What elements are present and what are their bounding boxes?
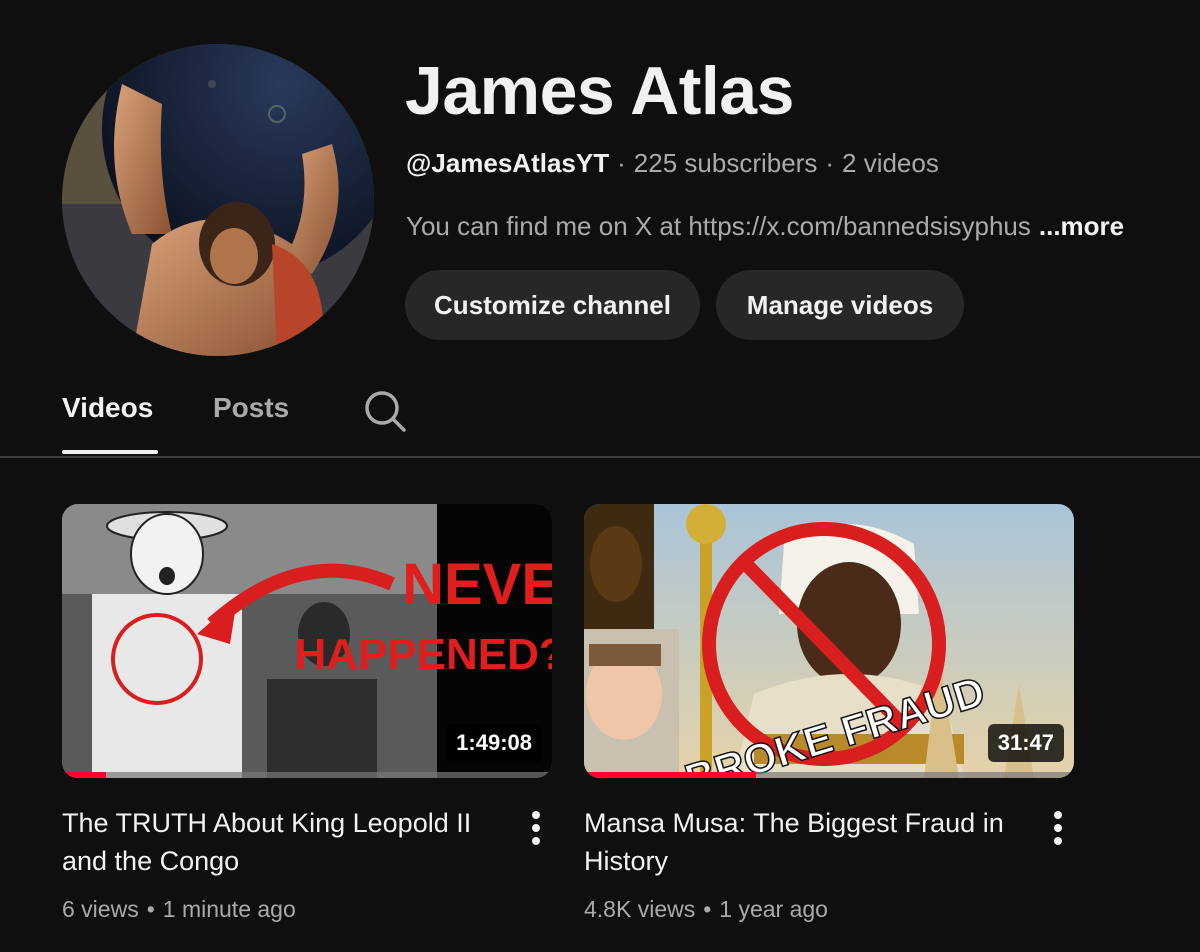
tab-posts[interactable]: Posts [213,392,289,424]
video-card: BROKE FRAUD 31:47 Mansa Musa: The Bigges… [584,504,1074,922]
watch-progress-fill [584,772,756,778]
more-options-icon[interactable] [522,808,550,848]
video-stats: 6 views • 1 minute ago [62,896,296,923]
channel-name: James Atlas [405,53,794,129]
separator-dot: • [146,896,155,922]
video-duration: 31:47 [987,724,1064,762]
channel-avatar[interactable] [62,44,374,356]
tab-videos[interactable]: Videos [62,392,153,424]
video-count: 2 videos [842,148,939,178]
more-link[interactable]: ...more [1039,211,1124,241]
watch-progress-bar [62,772,552,778]
watch-progress-fill [62,772,107,778]
channel-meta: @JamesAtlasYT · 225 subscribers · 2 videos [406,148,939,179]
view-count: 4.8K views [584,896,696,922]
channel-handle[interactable]: @JamesAtlasYT [406,148,609,178]
active-tab-indicator [62,450,158,454]
tabs-divider [0,456,1200,458]
upload-age: 1 minute ago [162,896,296,922]
separator-dot: · [617,148,626,178]
manage-videos-button[interactable]: Manage videos [716,270,964,340]
separator-dot: · [825,148,835,178]
video-thumbnail[interactable]: BROKE FRAUD 31:47 [584,504,1074,778]
thumb-text-never: NEVER [402,552,552,617]
video-thumbnail[interactable]: NEVER HAPPENED??? 1:49:08 [62,504,552,778]
customize-channel-button[interactable]: Customize channel [405,270,700,340]
thumb-text-happened: HAPPENED??? [294,630,552,679]
video-duration: 1:49:08 [446,724,542,762]
description-text: You can find me on X at https://x.com/ba… [406,211,1031,241]
more-options-icon[interactable] [1044,808,1072,848]
channel-description[interactable]: You can find me on X at https://x.com/ba… [406,211,1124,242]
channel-page: James Atlas @JamesAtlasYT · 225 subscriber… [0,0,1200,952]
subscriber-count: 225 subscribers [633,148,818,178]
atlas-painting-avatar [62,44,374,356]
watch-progress-bar [584,772,1074,778]
video-stats: 4.8K views • 1 year ago [584,896,828,923]
video-title[interactable]: The TRUTH About King Leopold II and the … [62,804,502,880]
video-title[interactable]: Mansa Musa: The Biggest Fraud in History [584,804,1024,880]
separator-dot: • [703,896,712,922]
search-icon[interactable] [362,388,408,434]
video-card: NEVER HAPPENED??? 1:49:08 The TRUTH Abou… [62,504,552,922]
upload-age: 1 year ago [719,896,828,922]
view-count: 6 views [62,896,139,922]
